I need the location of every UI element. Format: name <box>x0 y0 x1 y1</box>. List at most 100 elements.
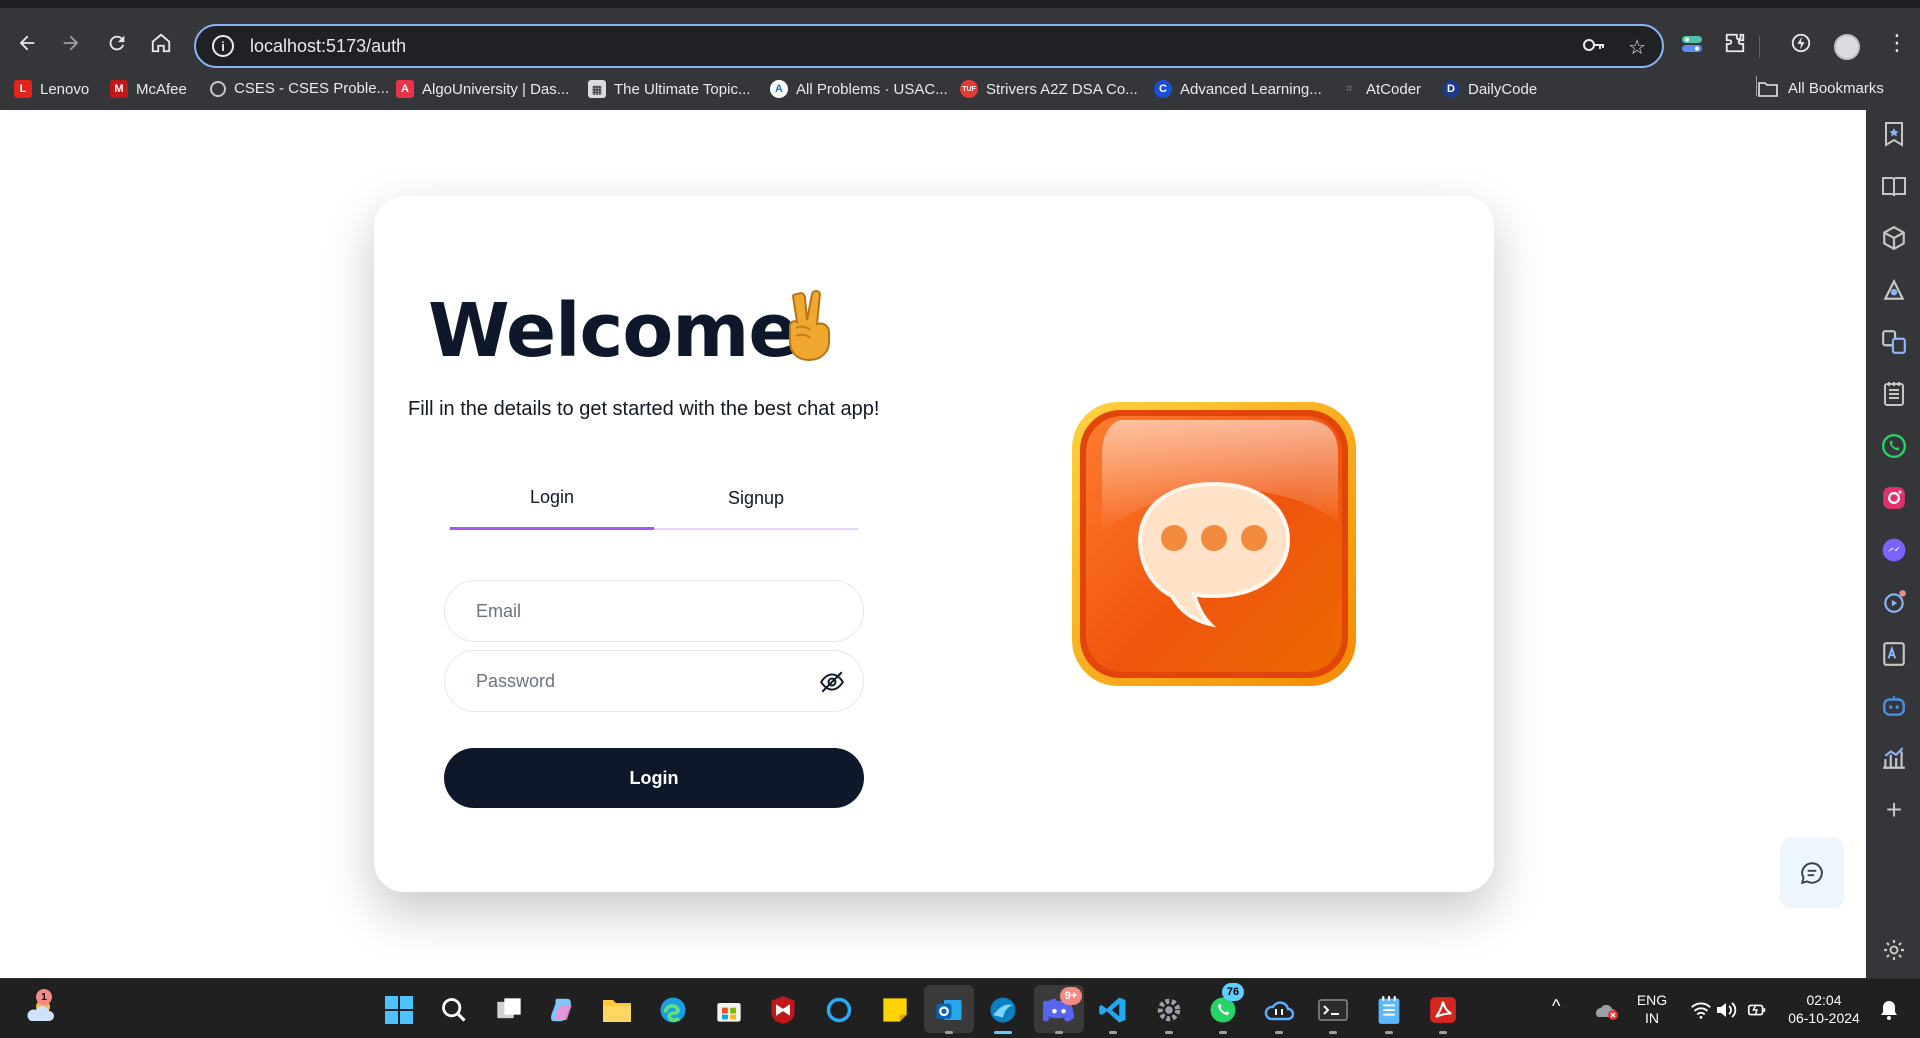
outlook-icon[interactable] <box>932 993 966 1027</box>
bookmark-dailycode[interactable]: D DailyCode <box>1442 80 1537 98</box>
acrobat-icon[interactable] <box>1426 993 1460 1027</box>
bookmark-ultimate-topic[interactable]: ▦ The Ultimate Topic... <box>588 80 750 98</box>
shopping-tag-icon[interactable] <box>1880 276 1908 304</box>
browser-side-panel: + <box>1866 110 1920 978</box>
settings-icon[interactable] <box>1152 993 1186 1027</box>
windows-taskbar: 1 9+ 76 ^ ENG IN 02:04 06-10-2024 <box>0 978 1920 1038</box>
settings-gear-icon[interactable] <box>1880 936 1908 964</box>
task-view-icon[interactable] <box>492 993 526 1027</box>
search-icon[interactable] <box>437 993 471 1027</box>
extension-toggle-icon[interactable] <box>1680 32 1704 56</box>
bookmark-label: McAfee <box>136 80 187 98</box>
translate-icon[interactable] <box>1880 328 1908 356</box>
ms-store-icon[interactable] <box>712 993 746 1027</box>
tuf-icon: TUF <box>960 80 978 98</box>
bookmark-atcoder[interactable]: ⌗ AtCoder <box>1340 80 1421 98</box>
cloud-sync-icon[interactable] <box>1262 993 1296 1027</box>
bookmark-usaco[interactable]: A All Problems · USAC... <box>770 80 948 98</box>
forward-icon[interactable] <box>56 28 86 58</box>
weather-badge: 1 <box>36 989 52 1005</box>
page-viewport: Welcome Fill in the details to get start… <box>0 110 1866 978</box>
toolbar-divider <box>1759 36 1760 58</box>
tab-signup[interactable]: Signup <box>654 468 858 530</box>
whatsapp-icon[interactable] <box>1880 432 1908 460</box>
browser-taskbar-icon[interactable] <box>986 993 1020 1027</box>
menu-kebab-icon[interactable]: ⋮ <box>1886 30 1908 56</box>
battery-charging-icon[interactable] <box>1740 993 1774 1027</box>
notification-bell-icon[interactable] <box>1872 993 1906 1027</box>
bookmark-manager-icon[interactable] <box>1880 120 1908 148</box>
performance-icon[interactable] <box>1790 32 1812 54</box>
victory-hand-icon <box>789 290 830 362</box>
bookmark-algouniversity[interactable]: A AlgoUniversity | Das... <box>396 80 569 98</box>
volume-icon[interactable] <box>1710 993 1744 1027</box>
mcafee-icon: M <box>110 80 128 98</box>
profile-avatar[interactable] <box>1834 34 1860 60</box>
all-bookmarks-label: All Bookmarks <box>1788 80 1884 97</box>
tab-login[interactable]: Login <box>450 468 654 530</box>
back-icon[interactable] <box>12 28 42 58</box>
sticky-notes-icon[interactable] <box>878 993 912 1027</box>
terminal-icon[interactable] <box>1316 993 1350 1027</box>
cortana-icon[interactable] <box>822 993 856 1027</box>
bookmark-strivers[interactable]: TUF Strivers A2Z DSA Co... <box>960 80 1138 98</box>
bookmark-label: AlgoUniversity | Das... <box>422 80 570 98</box>
dictionary-icon[interactable] <box>1880 640 1908 668</box>
reading-list-icon[interactable] <box>1880 172 1908 200</box>
add-panel-icon[interactable]: + <box>1880 794 1908 825</box>
email-input[interactable] <box>476 600 796 622</box>
windows-start-icon[interactable] <box>382 993 416 1027</box>
password-field[interactable] <box>444 650 864 712</box>
page-icon: ▦ <box>588 80 606 98</box>
language-indicator[interactable]: ENG IN <box>1632 991 1672 1027</box>
alarm-bot-icon[interactable] <box>1880 588 1908 616</box>
clock-time: 02:04 <box>1806 992 1842 1008</box>
password-input[interactable] <box>476 670 796 692</box>
vscode-icon[interactable] <box>1096 993 1130 1027</box>
page-title: Welcome <box>428 288 799 374</box>
bookmark-lenovo[interactable]: L Lenovo <box>14 80 89 98</box>
bookmark-label: Lenovo <box>40 80 90 98</box>
bookmark-cses[interactable]: CSES - CSES Proble... <box>210 80 389 97</box>
file-explorer-icon[interactable] <box>600 993 634 1027</box>
chat-bubble-icon <box>1800 862 1823 885</box>
bookmarks-divider <box>1756 76 1757 96</box>
notes-icon[interactable] <box>1880 380 1908 408</box>
vscode-running-dot <box>1109 1031 1117 1034</box>
tray-chevron-icon[interactable]: ^ <box>1552 997 1560 1015</box>
login-submit-button[interactable]: Login <box>444 748 864 808</box>
discord-badge: 9+ <box>1060 987 1082 1005</box>
browser-running-dot <box>994 1031 1012 1034</box>
auth-tabs: Login Signup <box>450 468 858 530</box>
notepad-icon[interactable] <box>1372 993 1406 1027</box>
bookmark-star-icon[interactable]: ☆ <box>1628 35 1646 61</box>
reload-icon[interactable] <box>102 28 132 58</box>
url-text[interactable]: localhost:5173/auth <box>250 36 406 57</box>
bookmark-mcafee[interactable]: M McAfee <box>110 80 187 98</box>
home-icon[interactable] <box>146 28 176 58</box>
eye-off-icon[interactable] <box>819 669 845 695</box>
onedrive-offline-icon[interactable] <box>1590 993 1624 1027</box>
region-code: IN <box>1645 1010 1659 1026</box>
all-bookmarks-button[interactable]: All Bookmarks <box>1758 80 1884 97</box>
email-field[interactable] <box>444 580 864 642</box>
package-icon[interactable] <box>1880 224 1908 252</box>
acrobat-running-dot <box>1439 1031 1447 1034</box>
copilot-icon[interactable] <box>546 993 580 1027</box>
bookmark-advanced-learning[interactable]: C Advanced Learning... <box>1154 80 1322 98</box>
address-bar[interactable]: i localhost:5173/auth ☆ <box>194 24 1664 68</box>
instagram-icon[interactable] <box>1880 484 1908 512</box>
password-key-icon[interactable] <box>1582 35 1606 61</box>
copilot-bot-icon[interactable] <box>1880 692 1908 720</box>
mcafee-taskbar-icon[interactable] <box>766 993 800 1027</box>
bookmarks-bar: L Lenovo M McAfee CSES - CSES Proble... … <box>0 70 1920 110</box>
clock[interactable]: 02:04 06-10-2024 <box>1782 991 1866 1027</box>
extensions-puzzle-icon[interactable] <box>1724 32 1746 54</box>
edge-browser-icon[interactable] <box>656 993 690 1027</box>
messenger-icon[interactable] <box>1880 536 1908 564</box>
analytics-icon[interactable] <box>1880 744 1908 772</box>
usaco-icon: A <box>770 80 788 98</box>
site-info-icon[interactable]: i <box>212 35 234 57</box>
chat-widget-button[interactable] <box>1780 838 1844 908</box>
bookmark-label: Strivers A2Z DSA Co... <box>986 80 1138 98</box>
